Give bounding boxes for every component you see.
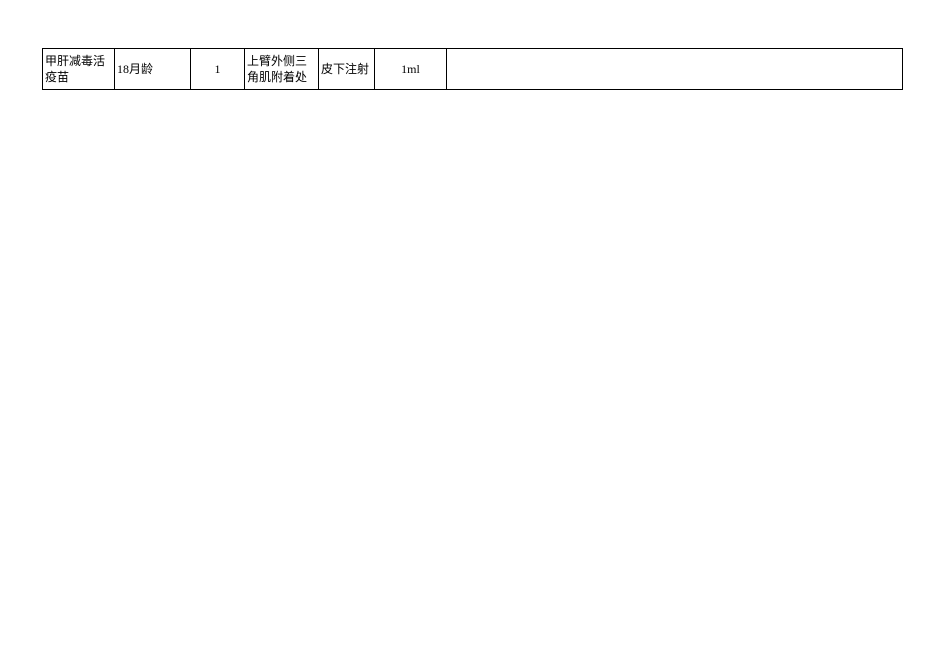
cell-vaccination-age: 18月龄 (115, 49, 191, 90)
vaccine-schedule-table: 甲肝减毒活疫苗 18月龄 1 上臂外侧三角肌附着处 皮下注射 1ml (42, 48, 903, 90)
table-row: 甲肝减毒活疫苗 18月龄 1 上臂外侧三角肌附着处 皮下注射 1ml (43, 49, 903, 90)
cell-vaccine-name: 甲肝减毒活疫苗 (43, 49, 115, 90)
cell-dose-amount: 1ml (375, 49, 447, 90)
document-page: 甲肝减毒活疫苗 18月龄 1 上臂外侧三角肌附着处 皮下注射 1ml (0, 0, 945, 669)
cell-injection-method: 皮下注射 (319, 49, 375, 90)
cell-injection-site: 上臂外侧三角肌附着处 (245, 49, 319, 90)
cell-remarks (447, 49, 903, 90)
cell-dose-number: 1 (191, 49, 245, 90)
